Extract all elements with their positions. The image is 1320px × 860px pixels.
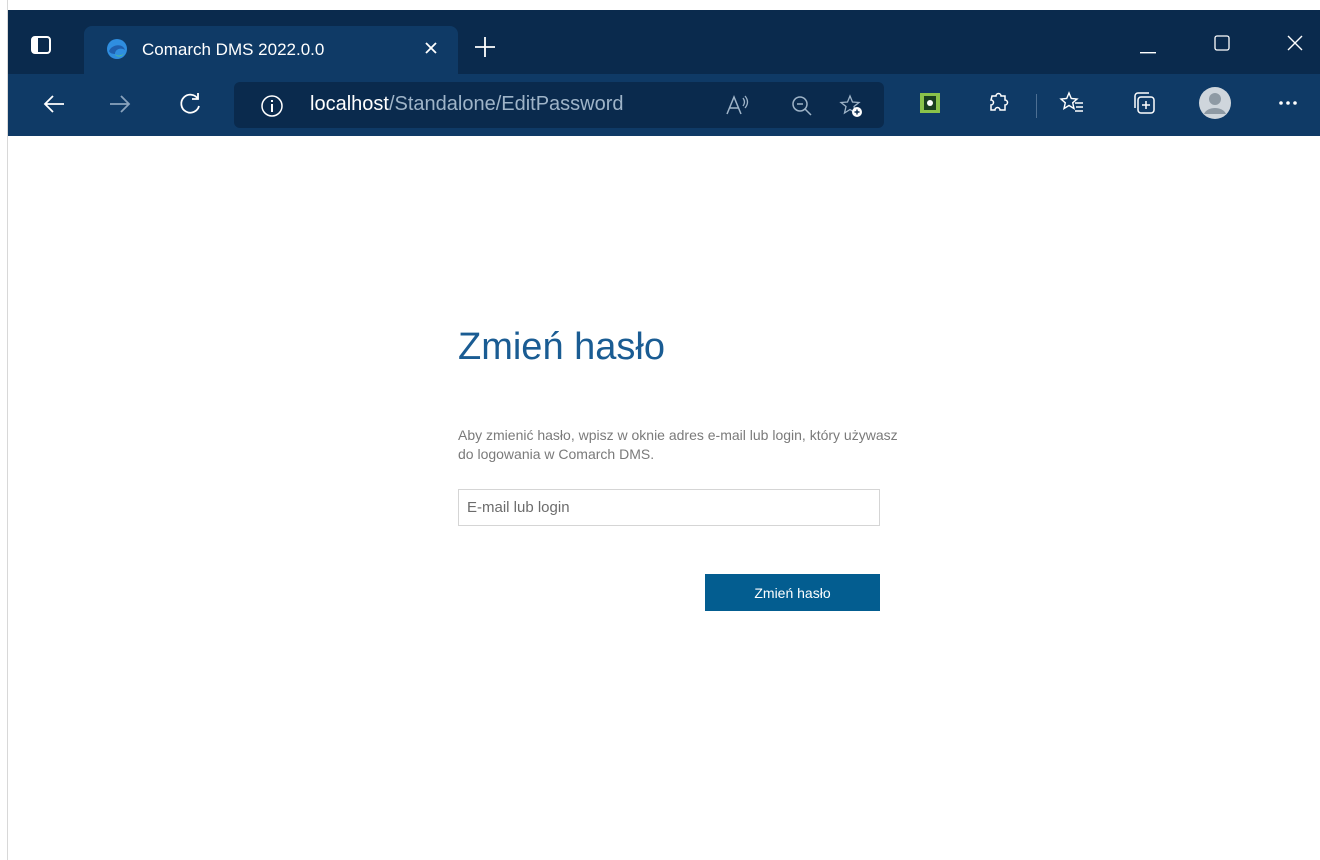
change-password-button[interactable]: Zmień hasło	[705, 574, 880, 611]
tab-actions-icon[interactable]	[30, 34, 52, 56]
collections-icon[interactable]	[1130, 89, 1158, 117]
refresh-icon[interactable]	[176, 90, 204, 118]
profile-avatar-icon[interactable]	[1198, 86, 1232, 120]
tab-title: Comarch DMS 2022.0.0	[142, 40, 325, 59]
toolbar-divider	[1036, 94, 1037, 118]
window-close-icon[interactable]	[1286, 34, 1304, 52]
more-options-icon[interactable]	[1274, 89, 1302, 117]
minimize-icon[interactable]	[1140, 41, 1156, 54]
tab-strip: Comarch DMS 2022.0.0	[8, 10, 1320, 74]
url-path: /Standalone/EditPassword	[388, 93, 624, 115]
tab-active[interactable]: Comarch DMS 2022.0.0	[84, 26, 458, 74]
extensions-icon[interactable]	[984, 89, 1012, 117]
favorites-icon[interactable]	[1058, 89, 1086, 117]
close-icon[interactable]	[420, 37, 442, 59]
plus-icon[interactable]	[472, 34, 498, 60]
extension-green-icon[interactable]	[916, 89, 944, 117]
read-aloud-icon[interactable]	[724, 93, 750, 119]
page-content: Zmień hasło Aby zmienić hasło, wpisz w o…	[0, 136, 1320, 860]
instructions-text: Aby zmienić hasło, wpisz w oknie adres e…	[458, 427, 898, 462]
url-text[interactable]: localhost/Standalone/EditPassword	[310, 93, 624, 116]
page-title: Zmień hasło	[458, 326, 665, 368]
address-bar[interactable]: localhost/Standalone/EditPassword	[234, 82, 884, 128]
back-arrow-icon[interactable]	[40, 90, 68, 118]
browser-chrome: Comarch DMS 2022.0.0 localhost/Standalon…	[8, 10, 1320, 136]
edge-favicon-icon	[106, 38, 128, 60]
url-host: localhost	[310, 93, 389, 115]
browser-toolbar: localhost/Standalone/EditPassword	[8, 74, 1320, 136]
zoom-out-icon[interactable]	[789, 93, 815, 119]
add-favorite-icon[interactable]	[838, 93, 864, 119]
info-icon[interactable]	[260, 94, 284, 118]
forward-arrow-icon[interactable]	[106, 90, 134, 118]
email-or-login-input[interactable]	[458, 489, 880, 526]
maximize-icon[interactable]	[1214, 35, 1230, 51]
